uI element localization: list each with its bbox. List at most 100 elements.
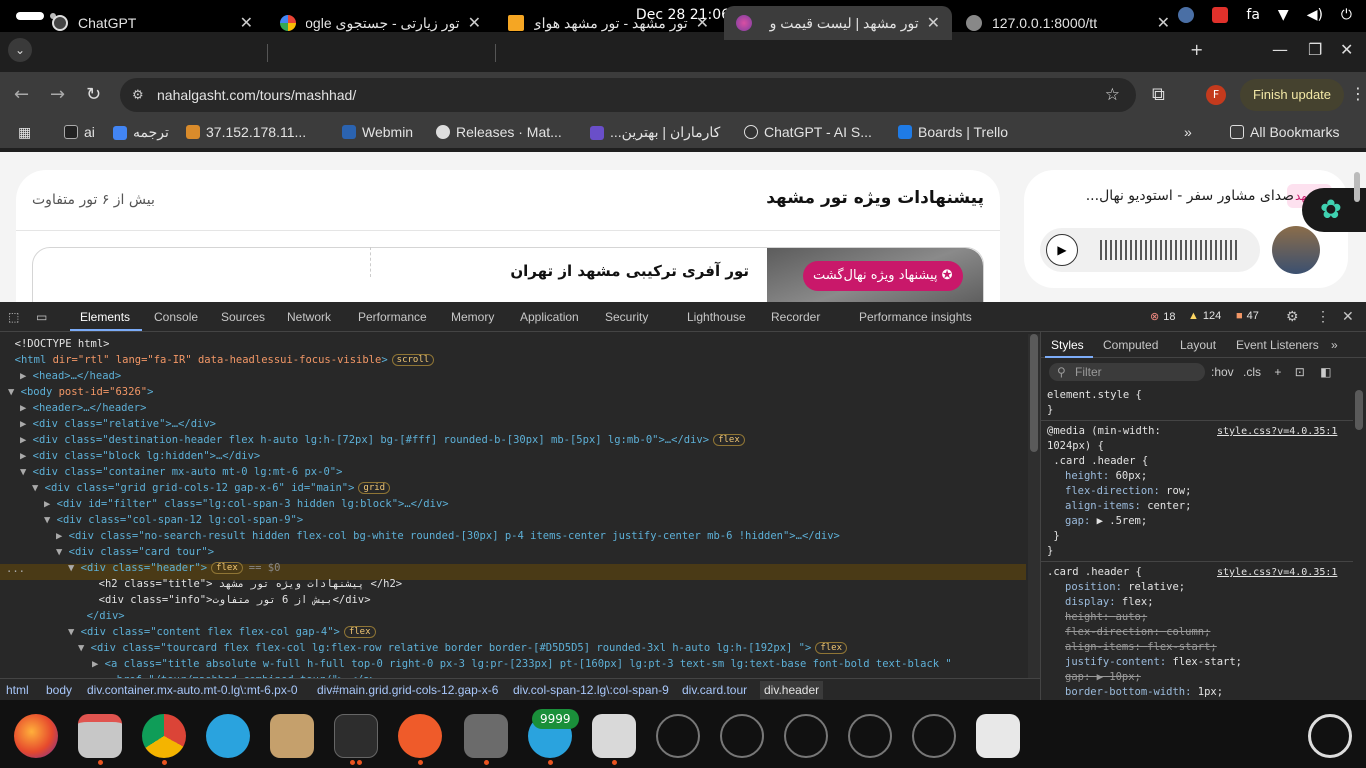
play-icon[interactable]: ▶ — [1046, 234, 1078, 266]
files-icon[interactable] — [78, 714, 122, 758]
apps-grid-icon[interactable]: ▦ — [18, 124, 31, 141]
inspect-element-icon[interactable]: ⬚ — [8, 310, 19, 324]
collapse-triangle-icon[interactable]: ▼ — [44, 514, 57, 526]
expand-triangle-icon[interactable] — [2, 354, 15, 366]
breadcrumb-item-selected[interactable]: div.header — [760, 681, 824, 699]
back-icon[interactable]: ← — [14, 84, 29, 105]
tab-nahalgasht-active[interactable]: تور مشهد | لیست قیمت و ✕ — [724, 6, 952, 40]
expand-triangle-icon[interactable]: ▶ — [44, 498, 57, 510]
css-declaration[interactable]: gap: ▶ 10px; — [1065, 670, 1141, 685]
expand-triangle-icon[interactable] — [74, 610, 87, 622]
settings-gear-icon[interactable]: ⚙ — [1286, 308, 1299, 325]
app-placeholder-icon[interactable] — [848, 714, 892, 758]
stylesheet-link[interactable]: style.css?v=4.0.35:1 — [1217, 565, 1337, 580]
app-placeholder-icon[interactable] — [720, 714, 764, 758]
tab-styles[interactable]: Styles — [1051, 338, 1084, 352]
css-value[interactable]: flex-start; — [1172, 656, 1242, 668]
breadcrumb-item[interactable]: div.container.mx-auto.mt-0.lg\:mt-6.px-0 — [87, 683, 298, 697]
dom-node-line[interactable]: ▼ <div class="tourcard flex flex-col lg:… — [78, 640, 847, 656]
hov-toggle[interactable]: :hov — [1211, 365, 1234, 379]
layout-badge[interactable]: grid — [358, 482, 391, 494]
css-selector-line[interactable]: .card .header {style.css?v=4.0.35:1 — [1047, 565, 1337, 580]
expand-triangle-icon[interactable]: ▶ — [20, 450, 33, 462]
bookmark-karmaran[interactable]: کارماران | بهترین... — [590, 124, 720, 141]
error-count[interactable]: ⊗ 18 — [1150, 310, 1175, 324]
tab-mashhad-tour[interactable]: تور مشهد - تور مشهد هوای ✕ — [496, 6, 721, 40]
styles-filter-input[interactable]: ⚲ Filter — [1049, 363, 1205, 381]
dom-node-line[interactable]: ▼ <div class="header"> flex == $0 — [68, 560, 280, 576]
new-rule-icon[interactable]: + — [1274, 365, 1281, 379]
bookmark-trello[interactable]: Boards | Trello — [898, 124, 1008, 140]
collapse-triangle-icon[interactable]: ▼ — [56, 546, 69, 558]
css-value[interactable]: auto; — [1116, 611, 1148, 623]
image-viewer-icon[interactable] — [592, 714, 636, 758]
close-devtools-icon[interactable]: ✕ — [1342, 308, 1354, 325]
trash-icon[interactable] — [976, 714, 1020, 758]
dom-node-line[interactable]: <html dir="rtl" lang="fa-IR" data-headle… — [2, 352, 435, 368]
dom-node-line[interactable]: ▶ <header>…</header> — [20, 400, 146, 416]
expand-triangle-icon[interactable]: ▶ — [20, 434, 33, 446]
dom-node-line[interactable]: ▶ <a class="title absolute w-full h-full… — [92, 656, 952, 672]
layout-badge[interactable]: flex — [343, 626, 376, 638]
dom-node-line[interactable]: ▼ <div class="col-span-12 lg:col-span-9"… — [44, 512, 303, 528]
device-toolbar-icon[interactable]: ▭ — [36, 310, 47, 324]
css-value[interactable]: column; — [1166, 626, 1210, 638]
address-bar[interactable]: ⚙ nahalgasht.com/tours/mashhad/ ☆ — [120, 78, 1136, 112]
tab-computed[interactable]: Computed — [1103, 338, 1158, 352]
dom-node-line[interactable]: ▼ <div class="grid grid-cols-12 gap-x-6"… — [32, 480, 391, 496]
collapse-triangle-icon[interactable]: ▼ — [68, 626, 81, 638]
expand-triangle-icon[interactable] — [86, 594, 99, 606]
tab-search-chevron-icon[interactable]: ⌄ — [8, 38, 32, 62]
dom-node-line[interactable]: </div> — [74, 608, 125, 624]
dom-node-line[interactable]: <h2 class="title"> پیشنهادات ویژه تور مش… — [86, 576, 402, 592]
scrollbar-thumb[interactable] — [1354, 172, 1360, 202]
breadcrumb-item[interactable]: body — [46, 683, 72, 697]
tour-title-link[interactable]: تور آفری ترکیبی مشهد از تهران — [510, 262, 749, 280]
tab-recorder[interactable]: Recorder — [771, 310, 820, 324]
bookmark-ai[interactable]: ai — [64, 124, 95, 140]
settings-gear-icon[interactable] — [464, 714, 508, 758]
bookmark-ip[interactable]: 37.152.178.11... — [186, 124, 306, 140]
css-property[interactable]: gap: — [1065, 515, 1097, 527]
url-text[interactable]: nahalgasht.com/tours/mashhad/ — [157, 87, 356, 103]
expand-triangle-icon[interactable]: ▶ — [20, 418, 33, 430]
tab-memory[interactable]: Memory — [451, 310, 494, 324]
app-placeholder-icon[interactable] — [912, 714, 956, 758]
paint-icon[interactable]: ⊡ — [1295, 365, 1305, 379]
css-declaration[interactable]: gap: ▶ .5rem; — [1065, 514, 1147, 529]
css-value[interactable]: 60px; — [1116, 470, 1148, 482]
layout-badge[interactable]: flex — [211, 562, 243, 574]
css-value[interactable]: flex; — [1122, 596, 1154, 608]
styles-scrollbar[interactable] — [1353, 388, 1365, 700]
expand-triangle-icon[interactable]: ▶ — [92, 658, 105, 670]
tab-google-search[interactable]: تور زیارتی - جستجوی oogle ✕ — [268, 6, 493, 40]
tab-performance-insights[interactable]: Performance insights — [859, 310, 972, 324]
css-selector-line[interactable]: element.style { — [1047, 388, 1142, 403]
close-tab-icon[interactable]: ✕ — [468, 13, 481, 33]
waveform[interactable] — [1100, 240, 1240, 260]
maximize-icon[interactable]: ❐ — [1308, 40, 1322, 59]
language-indicator[interactable]: fa — [1246, 7, 1260, 23]
devtools-menu-icon[interactable]: ⋮ — [1316, 308, 1330, 325]
breadcrumb-item[interactable]: div.col-span-12.lg\:col-span-9 — [513, 683, 669, 697]
dom-tree[interactable]: ··· <!DOCTYPE html> <html dir="rtl" lang… — [0, 334, 1026, 678]
forward-icon[interactable]: → — [50, 84, 65, 105]
css-selector-line[interactable]: 1024px) { — [1047, 439, 1104, 454]
dom-node-line[interactable]: ▶ <div class="destination-header flex h-… — [20, 432, 745, 448]
postman-icon[interactable] — [398, 714, 442, 758]
css-property[interactable]: justify-content: — [1065, 656, 1172, 668]
css-declaration[interactable]: height: auto; — [1065, 610, 1147, 625]
close-tab-icon[interactable]: ✕ — [1157, 13, 1170, 33]
dom-node-line[interactable]: ▼ <div class="card tour"> — [56, 544, 214, 560]
css-property[interactable]: height: — [1065, 470, 1116, 482]
node-actions-icon[interactable]: ··· — [6, 564, 25, 580]
dom-node-line[interactable]: <!DOCTYPE html> — [2, 336, 110, 352]
cls-toggle[interactable]: .cls — [1243, 365, 1261, 379]
breadcrumb-item[interactable]: html — [6, 683, 29, 697]
dom-node-line[interactable]: ▼ <div class="content flex flex-col gap-… — [68, 624, 376, 640]
css-declaration[interactable]: border-bottom-width: 1px; — [1065, 685, 1223, 700]
extensions-icon[interactable]: ⧉ — [1152, 84, 1165, 105]
more-bookmarks-chevron-icon[interactable]: » — [1184, 124, 1192, 140]
scrollbar-thumb[interactable] — [1355, 390, 1363, 430]
terminal-icon[interactable] — [334, 714, 378, 758]
